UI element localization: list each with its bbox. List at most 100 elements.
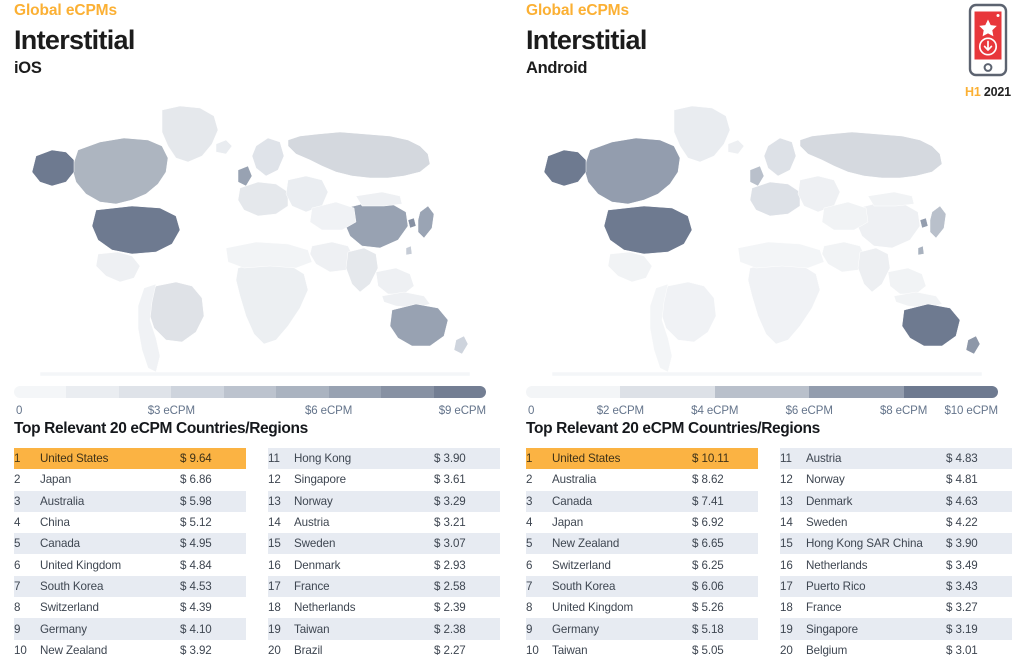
table-row[interactable]: 9 Germany $ 5.18 (526, 618, 758, 640)
country-japan (417, 205, 435, 239)
table-row[interactable]: 3 Canada $ 7.41 (526, 490, 758, 512)
table-row[interactable]: 17 France $ 2.58 (268, 575, 500, 598)
cell-ecpm-value: $ 4.53 (180, 575, 246, 598)
cell-ecpm-value: $ 2.58 (434, 575, 500, 598)
rank-table-ios: 1 United States $ 9.64 2 Japan $ 6.86 3 Austral… (0, 448, 512, 661)
cell-country: Brazil (294, 643, 323, 657)
cell-ecpm-value: $ 2.38 (434, 618, 500, 640)
panel-header-ios: Global eCPMs Interstitial iOS (0, 0, 512, 78)
platform-label-ios: iOS (14, 59, 42, 77)
table-row[interactable]: 16 Denmark $ 2.93 (268, 554, 500, 575)
cell-rank: 16 (780, 558, 793, 572)
country-south-korea (919, 217, 929, 229)
cell-ecpm-value: $ 2.27 (434, 643, 466, 657)
cell-rank: 5 (14, 533, 40, 555)
legend-tick-label: $3 eCPM (147, 405, 195, 417)
cell-country: Canada (552, 490, 692, 512)
table-row[interactable]: 2 Japan $ 6.86 (14, 469, 246, 490)
table-row[interactable]: 17 Puerto Rico $ 3.43 (780, 575, 1012, 598)
cell-ecpm-value: $ 3.43 (946, 575, 1012, 598)
report-half-label: H1 (965, 85, 981, 99)
table-row[interactable]: 19 Taiwan $ 2.38 (268, 618, 500, 640)
table-row[interactable]: 5 Canada $ 4.95 (14, 533, 246, 555)
table-row[interactable]: 12 Singapore $ 3.61 (268, 469, 500, 490)
cell-ecpm-value: $ 4.39 (180, 601, 212, 615)
table-row[interactable]: 4 China $ 5.12 (14, 512, 246, 533)
table-row[interactable]: 12 Norway $ 4.81 (780, 469, 1012, 490)
cell-rank: 2 (14, 473, 21, 487)
legend-step-3 (118, 386, 172, 398)
table-row[interactable]: 1 United States $ 10.11 (526, 448, 758, 470)
table-row[interactable]: 10 New Zealand $ 3.92 (14, 640, 246, 661)
table-row[interactable]: 7 South Korea $ 6.06 (526, 575, 758, 598)
panel-ios: Global eCPMs Interstitial iOS 0 $3 eCPM … (0, 0, 512, 661)
country-africa (747, 261, 821, 345)
cell-country: Sweden (294, 533, 434, 555)
cell-rank: 13 (780, 490, 806, 512)
panel-android: Global eCPMs Interstitial Android H1 202… (512, 0, 1024, 661)
country-india (857, 247, 891, 293)
country-south-korea (407, 217, 417, 229)
table-row[interactable]: 18 France $ 3.27 (780, 597, 1012, 618)
table-row[interactable]: 8 United Kingdom $ 5.26 (526, 597, 758, 618)
cell-ecpm-value: $ 3.49 (946, 558, 978, 572)
rank-table-android: 1 United States $ 10.11 2 Australia $ 8.62 3 Ca… (512, 448, 1024, 661)
cell-rank: 9 (14, 618, 40, 640)
cell-country: United States (552, 448, 692, 470)
cell-country: Canada (40, 533, 180, 555)
platform-label-android: Android (526, 59, 588, 77)
country-mongolia (867, 191, 915, 207)
cell-rank: 7 (14, 575, 40, 598)
table-row[interactable]: 20 Brazil $ 2.27 (268, 640, 500, 661)
table-row[interactable]: 1 United States $ 9.64 (14, 448, 246, 470)
table-row[interactable]: 6 United Kingdom $ 4.84 (14, 554, 246, 575)
table-row[interactable]: 6 Switzerland $ 6.25 (526, 554, 758, 575)
country-africa (235, 261, 309, 345)
table-row[interactable]: 18 Netherlands $ 2.39 (268, 597, 500, 618)
table-row[interactable]: 2 Australia $ 8.62 (526, 469, 758, 490)
cell-rank: 14 (780, 516, 793, 530)
table-row[interactable]: 15 Sweden $ 3.07 (268, 533, 500, 555)
country-canada (583, 137, 681, 205)
country-europe-west (237, 181, 289, 217)
table-row[interactable]: 20 Belgium $ 3.01 (780, 640, 1012, 661)
table-row[interactable]: 5 New Zealand $ 6.65 (526, 533, 758, 555)
cell-country: Austria (294, 516, 330, 530)
cell-ecpm-value: $ 7.41 (692, 490, 758, 512)
report-page: Global eCPMs Interstitial iOS 0 $3 eCPM … (0, 0, 1024, 661)
cell-country: Switzerland (40, 601, 99, 615)
country-united-states (603, 205, 693, 255)
cell-rank: 4 (14, 516, 21, 530)
table-row[interactable]: 14 Sweden $ 4.22 (780, 512, 1012, 533)
table-row[interactable]: 19 Singapore $ 3.19 (780, 618, 1012, 640)
table-row[interactable]: 15 Hong Kong SAR China $ 3.90 (780, 533, 1012, 555)
cell-ecpm-value: $ 3.61 (434, 473, 466, 487)
table-row[interactable]: 4 Japan $ 6.92 (526, 512, 758, 533)
table-row[interactable]: 3 Australia $ 5.98 (14, 490, 246, 512)
table-row[interactable]: 16 Netherlands $ 3.49 (780, 554, 1012, 575)
cell-rank: 8 (526, 601, 533, 615)
cell-ecpm-value: $ 5.26 (692, 601, 724, 615)
cell-country: Norway (806, 473, 845, 487)
country-scandinavia (251, 137, 285, 177)
cell-country: Germany (40, 618, 180, 640)
table-row[interactable]: 9 Germany $ 4.10 (14, 618, 246, 640)
table-row[interactable]: 13 Denmark $ 4.63 (780, 490, 1012, 512)
country-scandinavia (763, 137, 797, 177)
kicker-android: Global eCPMs (526, 2, 630, 19)
table-row[interactable]: 13 Norway $ 3.29 (268, 490, 500, 512)
cell-ecpm-value: $ 4.10 (180, 618, 246, 640)
table-row[interactable]: 8 Switzerland $ 4.39 (14, 597, 246, 618)
table-row[interactable]: 14 Austria $ 3.21 (268, 512, 500, 533)
rank-table-android-col1: 1 United States $ 10.11 2 Australia $ 8.62 3 Ca… (526, 448, 758, 661)
cell-rank: 18 (268, 601, 281, 615)
cell-ecpm-value: $ 4.81 (946, 473, 978, 487)
table-row[interactable]: 10 Taiwan $ 5.05 (526, 640, 758, 661)
table-row[interactable]: 7 South Korea $ 4.53 (14, 575, 246, 598)
table-row[interactable]: 11 Austria $ 4.83 (780, 448, 1012, 470)
table-row[interactable]: 11 Hong Kong $ 3.90 (268, 448, 500, 470)
cell-country: Singapore (294, 473, 346, 487)
cell-rank: 3 (526, 490, 552, 512)
legend-step-3 (714, 386, 810, 398)
world-map-android (512, 88, 1024, 376)
